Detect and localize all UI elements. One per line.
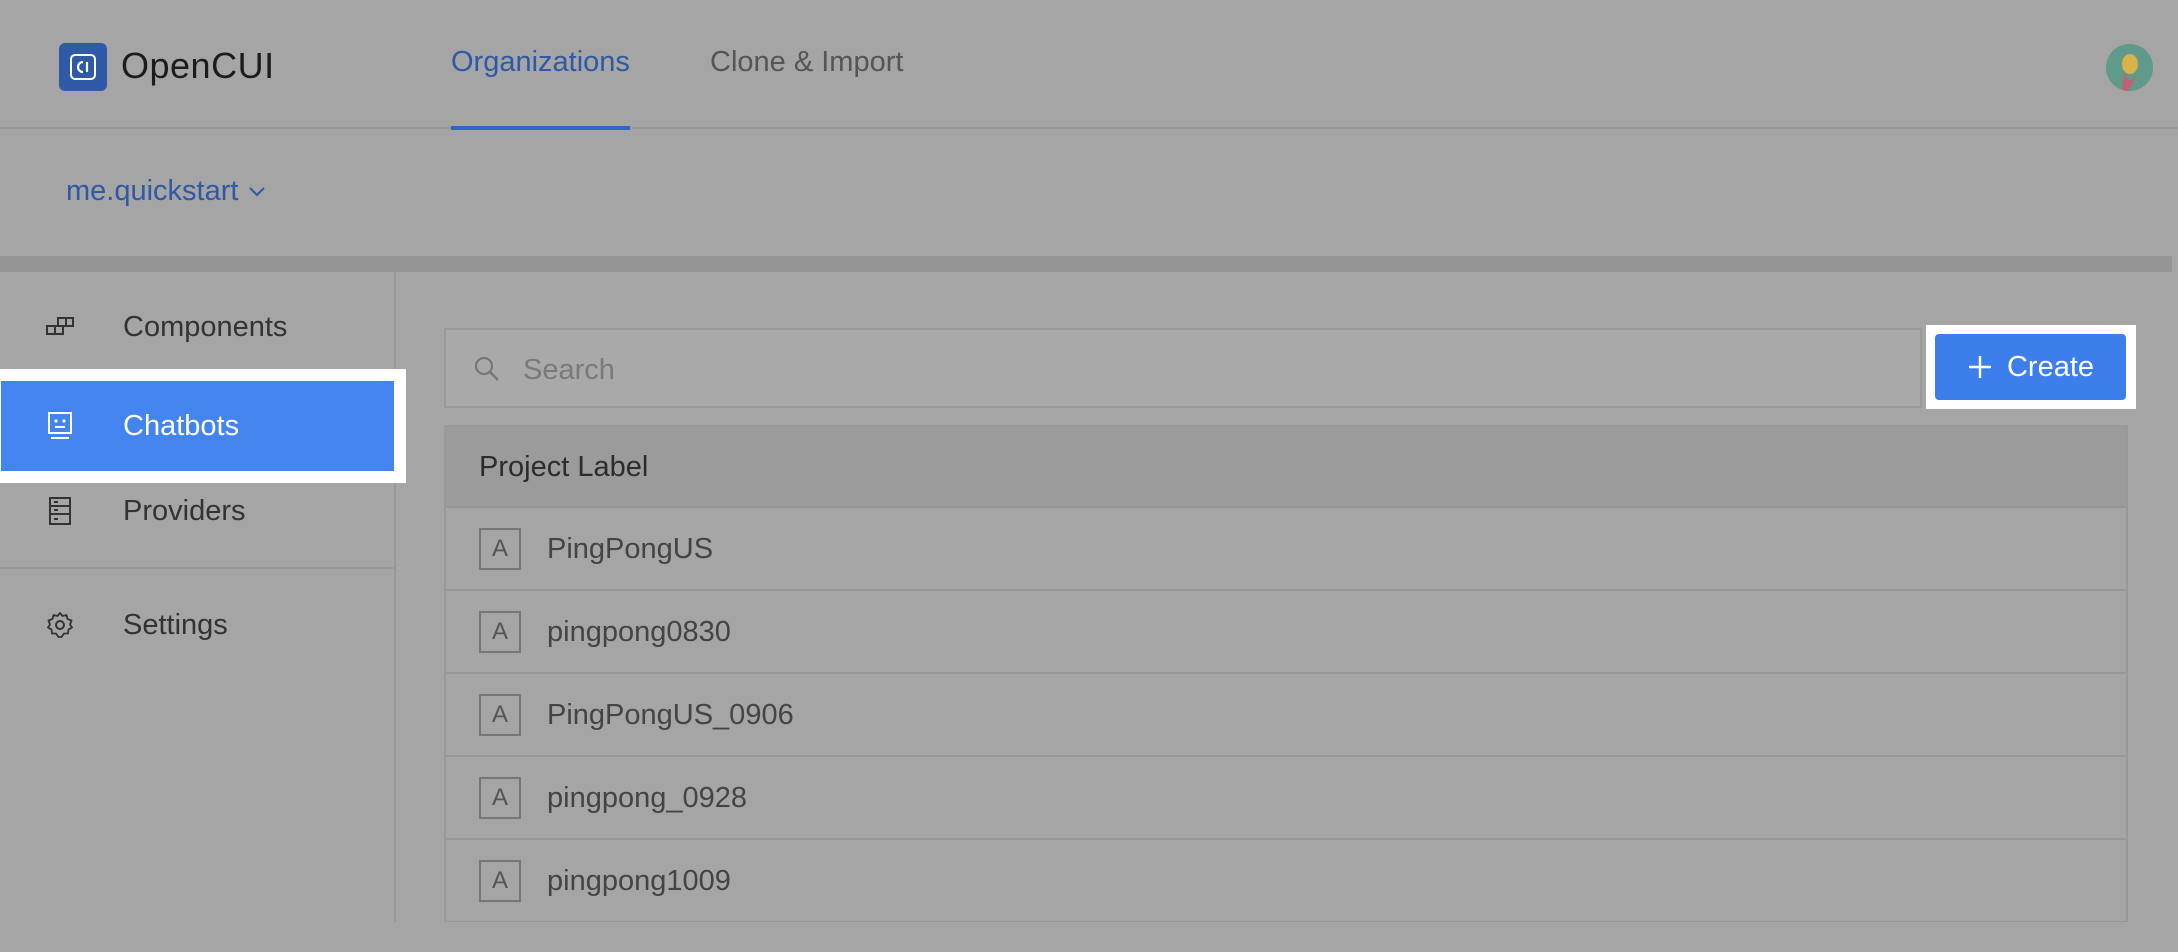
project-name[interactable]: PingPongUS bbox=[547, 533, 713, 566]
projects-table: Project Label A PingPongUS A pingpong083… bbox=[444, 425, 2128, 922]
sidebar-item-label: Chatbots bbox=[123, 409, 240, 442]
project-type-badge: A bbox=[479, 777, 521, 819]
project-type-badge: A bbox=[479, 528, 521, 570]
project-name[interactable]: pingpong1009 bbox=[547, 865, 731, 898]
opencui-logo[interactable] bbox=[59, 43, 107, 91]
org-selector[interactable]: me.quickstart bbox=[66, 175, 266, 208]
avatar-image bbox=[2106, 44, 2153, 91]
create-button-highlight: Create bbox=[1926, 325, 2136, 409]
section-divider bbox=[0, 256, 2172, 272]
table-row[interactable]: A pingpong0830 bbox=[446, 591, 2126, 674]
top-bar: OpenCUI Organizations Clone & Import bbox=[0, 0, 2178, 130]
create-button-label: Create bbox=[2006, 350, 2095, 383]
sidebar-item-settings[interactable]: Settings bbox=[0, 579, 396, 671]
sidebar-item-label: Providers bbox=[123, 494, 246, 527]
gear-icon bbox=[46, 611, 74, 639]
project-name[interactable]: PingPongUS_0906 bbox=[547, 699, 794, 732]
table-row[interactable]: A pingpong_0928 bbox=[446, 757, 2126, 840]
brand-name: OpenCUI bbox=[121, 45, 275, 86]
tab-clone-import[interactable]: Clone & Import bbox=[710, 46, 903, 79]
search-icon bbox=[472, 354, 502, 389]
providers-icon bbox=[46, 497, 74, 525]
chevron-down-icon bbox=[249, 186, 266, 196]
logo-icon bbox=[70, 54, 96, 80]
plus-icon bbox=[1968, 356, 1991, 378]
sidebar-item-label: Components bbox=[123, 310, 288, 343]
sidebar-item-chatbots[interactable]: Chatbots bbox=[0, 369, 406, 483]
sidebar-divider bbox=[0, 567, 394, 569]
user-avatar[interactable] bbox=[2106, 44, 2153, 91]
project-type-badge: A bbox=[479, 860, 521, 902]
create-button[interactable]: Create bbox=[1935, 334, 2126, 400]
table-row[interactable]: A PingPongUS bbox=[446, 508, 2126, 591]
chatbot-icon bbox=[46, 412, 74, 440]
org-name: me.quickstart bbox=[66, 175, 239, 207]
components-icon bbox=[46, 313, 74, 341]
table-row[interactable]: A PingPongUS_0906 bbox=[446, 674, 2126, 757]
search-placeholder: Search bbox=[523, 354, 615, 386]
project-name[interactable]: pingpong_0928 bbox=[547, 782, 747, 815]
tab-organizations[interactable]: Organizations bbox=[451, 46, 630, 79]
search-input[interactable]: Search bbox=[444, 328, 1922, 408]
project-type-badge: A bbox=[479, 694, 521, 736]
sidebar-item-providers[interactable]: Providers bbox=[0, 465, 396, 557]
sidebar: Components Chatbots Providers Settings bbox=[0, 272, 406, 922]
sidebar-item-components[interactable]: Components bbox=[0, 281, 396, 373]
project-type-badge: A bbox=[479, 611, 521, 653]
table-header: Project Label bbox=[446, 427, 2126, 508]
column-header-project-label: Project Label bbox=[479, 451, 649, 483]
table-row[interactable]: A pingpong1009 bbox=[446, 840, 2126, 922]
sidebar-item-label: Settings bbox=[123, 608, 228, 641]
project-name[interactable]: pingpong0830 bbox=[547, 616, 731, 649]
org-bar: me.quickstart bbox=[0, 129, 2178, 256]
